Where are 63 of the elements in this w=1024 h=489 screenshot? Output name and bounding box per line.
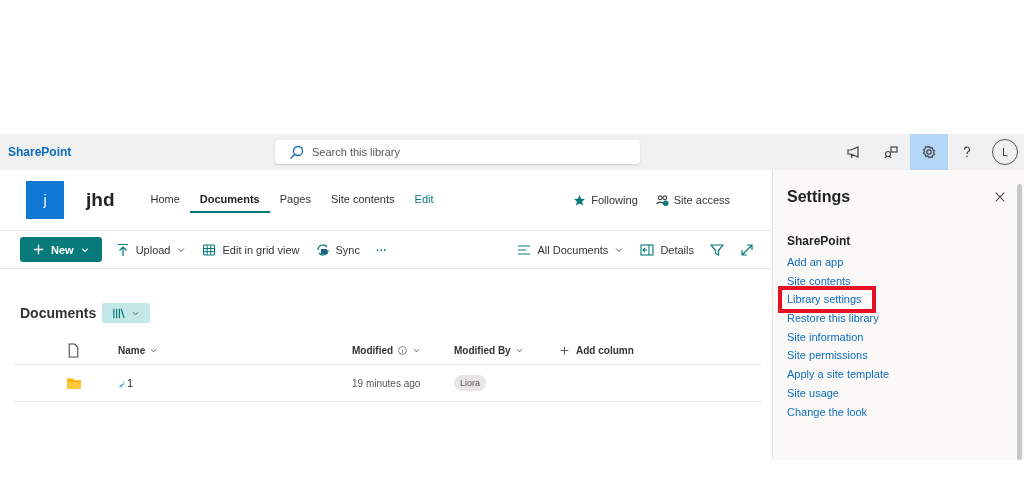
library-icon <box>112 306 126 320</box>
column-header[interactable]: Name <box>118 345 159 356</box>
people-icon <box>655 193 669 207</box>
plus-icon <box>559 345 570 356</box>
person-chip[interactable]: Liora <box>454 375 486 391</box>
settings-link[interactable]: Site usage <box>787 383 839 403</box>
nav-tab[interactable]: Home <box>140 187 190 213</box>
star-icon <box>573 193 587 207</box>
site-logo[interactable]: j <box>26 181 64 219</box>
upload-icon <box>115 242 130 257</box>
following-button[interactable]: Following <box>573 193 638 207</box>
people-chat-icon <box>884 145 898 159</box>
details-button[interactable]: Details <box>632 242 702 257</box>
document-icon <box>66 343 81 358</box>
settings-link[interactable]: Apply a site template <box>787 365 890 384</box>
panel-icon <box>640 242 655 257</box>
more-button[interactable]: ··· <box>368 243 395 256</box>
panel-title: Settings <box>787 188 851 206</box>
edit-link[interactable]: Edit <box>404 187 444 213</box>
nav-tab[interactable]: Pages <box>269 187 321 213</box>
nav-tab[interactable]: Site contents <box>320 187 405 213</box>
grid-button[interactable]: Edit in grid view <box>194 242 308 257</box>
sync-icon <box>315 242 330 257</box>
folder-icon <box>66 375 82 391</box>
settings-link[interactable]: Library settings <box>787 290 862 310</box>
brand-name[interactable]: SharePoint <box>0 145 275 159</box>
close-button[interactable] <box>994 191 1006 203</box>
view-switcher-button[interactable] <box>102 303 151 323</box>
nav-tab[interactable]: Documents <box>189 187 270 213</box>
column-header[interactable]: Modified <box>352 345 422 356</box>
settings-link[interactable]: Site contents <box>787 271 851 291</box>
megaphone-icon <box>846 145 860 159</box>
filter-icon <box>710 242 724 257</box>
scrollbar[interactable] <box>1017 184 1022 460</box>
section-heading: SharePoint <box>787 234 852 248</box>
site-access-button[interactable]: Site access <box>655 193 730 207</box>
sync-button[interactable]: Sync <box>307 242 368 257</box>
settings-icon <box>922 145 936 159</box>
close-icon <box>994 191 1006 203</box>
search-icon <box>289 145 303 159</box>
plus-icon <box>32 243 45 256</box>
new-button[interactable]: New <box>20 237 102 262</box>
caret-icon <box>412 346 422 355</box>
caret-icon <box>149 346 159 355</box>
caret-icon <box>514 346 524 355</box>
view-button[interactable]: All Documents <box>509 242 633 257</box>
settings-link[interactable]: Site permissions <box>787 346 868 366</box>
settings-button[interactable] <box>910 134 948 170</box>
search-field[interactable]: Search this library <box>275 140 640 164</box>
upload-button[interactable]: Upload <box>107 242 195 257</box>
site-title: jhd <box>86 189 115 211</box>
settings-link[interactable]: Add an app <box>787 253 844 272</box>
add-column-button[interactable]: Add column <box>559 345 634 356</box>
settings-link[interactable]: Site information <box>787 327 864 347</box>
list-icon <box>517 242 532 257</box>
grid-icon <box>202 242 217 257</box>
settings-link[interactable]: Restore this library <box>787 309 879 328</box>
file-name-link[interactable]: 1 <box>127 377 134 389</box>
modified-cell: 19 minutes ago <box>352 377 421 389</box>
library-title: Documents <box>20 305 97 321</box>
column-header[interactable]: Modified By <box>454 345 524 356</box>
expand-icon <box>740 242 754 257</box>
settings-link[interactable]: Change the look <box>787 402 868 422</box>
